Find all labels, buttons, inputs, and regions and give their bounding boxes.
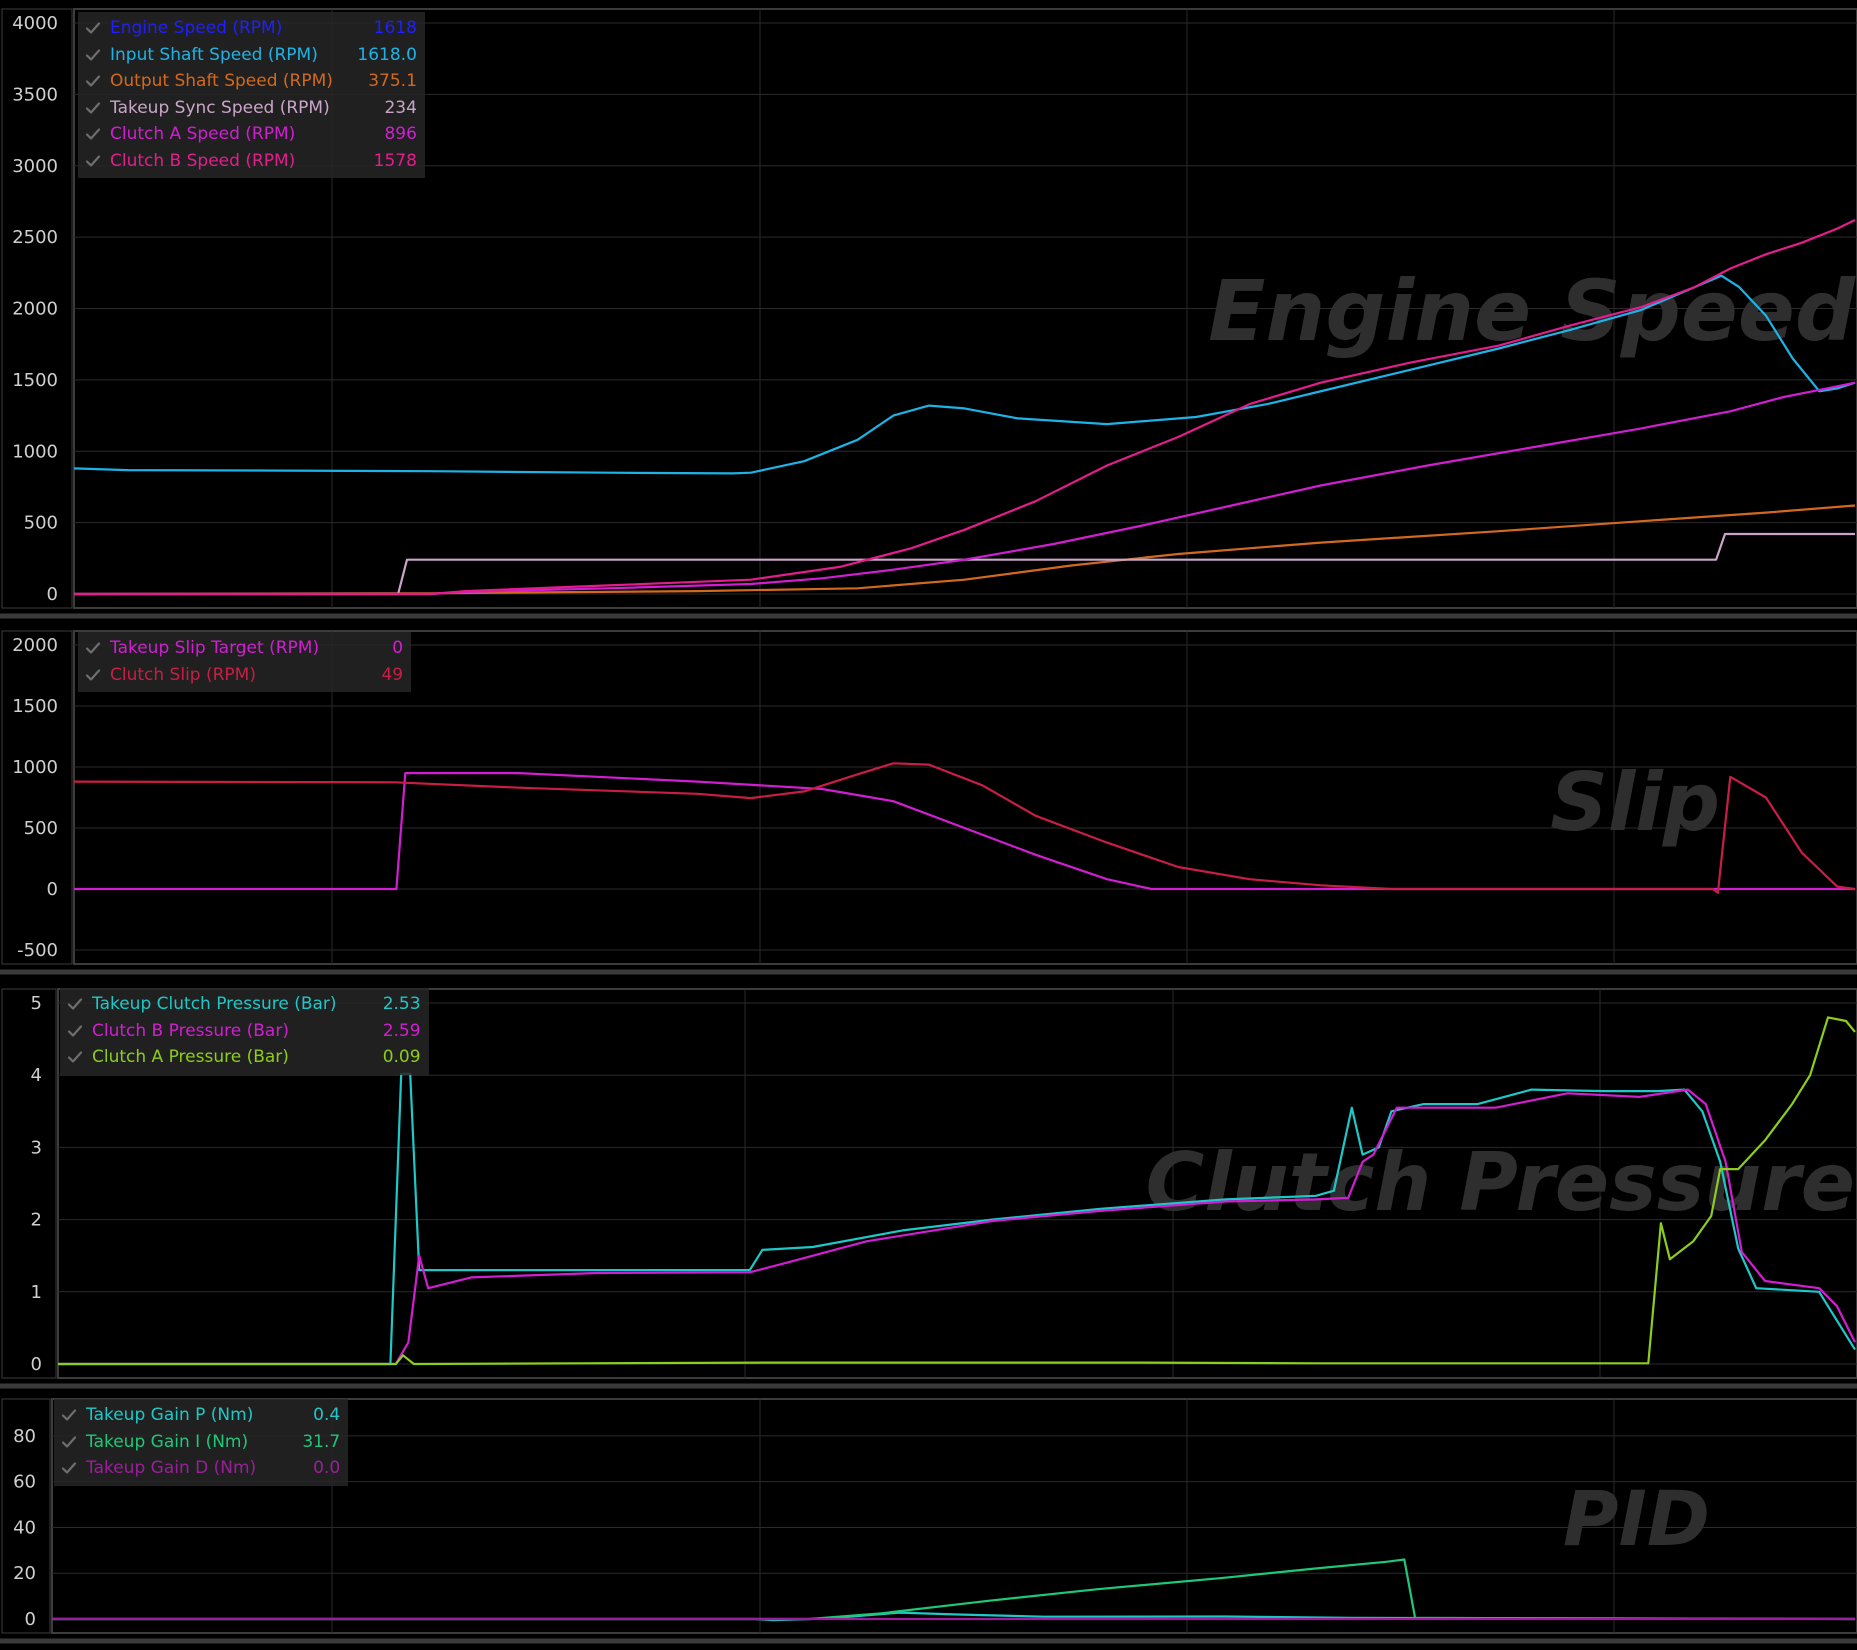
y-axis-frame [1,630,73,965]
legend-label: Takeup Slip Target (RPM) [110,638,320,659]
legend-item-clutch-a-pressure[interactable]: Clutch A Pressure (Bar) 0.09 [66,1044,421,1071]
legend-label: Takeup Clutch Pressure (Bar) [92,994,337,1015]
legend-value: 0.0 [313,1458,341,1479]
legend-item-takeup-gain-d[interactable]: Takeup Gain D (Nm) 0.0 [60,1455,340,1482]
legend-item-takeup-slip-target[interactable]: Takeup Slip Target (RPM) 0 [84,635,403,662]
y-tick-label: 3 [31,1137,42,1158]
legend-label: Clutch A Speed (RPM) [110,124,296,145]
legend-label: Engine Speed (RPM) [110,18,283,39]
legend-item-output-shaft-speed[interactable]: Output Shaft Speed (RPM) 375.1 [84,68,417,95]
legend-item-takeup-gain-i[interactable]: Takeup Gain I (Nm) 31.7 [60,1429,340,1456]
y-tick-label: 1000 [12,441,58,462]
check-icon[interactable] [66,1022,84,1040]
y-tick-label: -500 [17,940,58,961]
y-axis-frame [1,988,57,1379]
legend-value: 1578 [373,150,417,171]
check-icon[interactable] [60,1406,78,1424]
legend-value: 0 [392,638,404,659]
check-icon[interactable] [84,125,102,143]
y-tick-label: 1 [31,1282,42,1303]
y-tick-label: 2500 [12,227,58,248]
legend-item-clutch-b-pressure[interactable]: Clutch B Pressure (Bar) 2.59 [66,1018,421,1045]
check-icon[interactable] [84,99,102,117]
legend-item-clutch-b-speed[interactable]: Clutch B Speed (RPM) 1578 [84,148,417,175]
legend-pid: Takeup Gain P (Nm) 0.4 Takeup Gain I (Nm) 3… [54,1399,349,1486]
legend-value: 49 [381,664,404,685]
y-tick-label: 500 [24,818,58,839]
y-tick-label: 1500 [12,696,58,717]
legend-value: 0.4 [313,1405,341,1426]
y-tick-label: 1500 [12,370,58,391]
legend-value: 1618 [373,18,417,39]
legend-label: Takeup Sync Speed (RPM) [110,97,330,118]
y-tick-label: 20 [13,1563,36,1584]
legend-value: 0.09 [382,1047,421,1068]
y-tick-label: 5 [31,993,42,1014]
legend-item-input-shaft-speed[interactable]: Input Shaft Speed (RPM) 1618.0 [84,42,417,69]
legend-value: 2.53 [382,994,421,1015]
check-icon[interactable] [66,995,84,1013]
legend-value: 2.59 [382,1020,421,1041]
check-icon[interactable] [66,1048,84,1066]
y-tick-label: 4000 [12,13,58,34]
legend-label: Input Shaft Speed (RPM) [110,44,318,65]
legend-label: Output Shaft Speed (RPM) [110,71,333,92]
y-tick-label: 60 [13,1472,36,1493]
legend-item-takeup-gain-p[interactable]: Takeup Gain P (Nm) 0.4 [60,1402,340,1429]
y-tick-label: 3000 [12,156,58,177]
legend-slip: Takeup Slip Target (RPM) 0 Clutch Slip (RP… [78,632,412,692]
legend-label: Takeup Gain D (Nm) [86,1458,257,1479]
legend-value: 375.1 [368,71,417,92]
legend-value: 234 [384,97,417,118]
panel-watermark-title: PID [1563,1474,1710,1563]
y-tick-label: 40 [13,1517,36,1538]
legend-label: Clutch A Pressure (Bar) [92,1047,289,1068]
check-icon[interactable] [84,19,102,37]
legend-item-takeup-sync-speed[interactable]: Takeup Sync Speed (RPM) 234 [84,95,417,122]
y-tick-label: 0 [47,879,58,900]
check-icon[interactable] [60,1459,78,1477]
legend-item-engine-speed[interactable]: Engine Speed (RPM) 1618 [84,15,417,42]
y-tick-label: 0 [25,1609,36,1630]
legend-item-takeup-clutch-pressure[interactable]: Takeup Clutch Pressure (Bar) 2.53 [66,991,421,1018]
check-icon[interactable] [60,1433,78,1451]
legend-label: Takeup Gain P (Nm) [86,1405,254,1426]
panel-watermark-title: Slip [1550,756,1720,849]
y-tick-label: 4 [31,1065,42,1086]
check-icon[interactable] [84,666,102,684]
check-icon[interactable] [84,46,102,64]
y-tick-label: 1000 [12,757,58,778]
legend-label: Clutch Slip (RPM) [110,664,256,685]
check-icon[interactable] [84,72,102,90]
legend-label: Clutch B Pressure (Bar) [92,1020,289,1041]
y-tick-label: 3500 [12,84,58,105]
y-tick-label: 0 [47,584,58,605]
legend-item-clutch-a-speed[interactable]: Clutch A Speed (RPM) 896 [84,121,417,148]
y-tick-label: 500 [24,513,58,534]
legend-label: Takeup Gain I (Nm) [86,1431,249,1452]
panel-watermark-title: Engine Speed [1208,262,1856,360]
legend-label: Clutch B Speed (RPM) [110,150,296,171]
legend-value: 31.7 [302,1431,341,1452]
legend-value: 1618.0 [357,44,417,65]
y-tick-label: 80 [13,1426,36,1447]
legend-engine-speed: Engine Speed (RPM) 1618 Input Shaft Speed … [78,12,425,178]
check-icon[interactable] [84,639,102,657]
y-tick-label: 2 [31,1210,42,1231]
y-tick-label: 2000 [12,299,58,320]
y-tick-label: 0 [31,1354,42,1375]
legend-clutch-pressure: Takeup Clutch Pressure (Bar) 2.53 Clutch B… [60,988,429,1075]
panel-watermark-title: Clutch Pressure [1146,1136,1855,1229]
legend-value: 896 [384,124,417,145]
y-tick-label: 2000 [12,635,58,656]
check-icon[interactable] [84,152,102,170]
legend-item-clutch-slip[interactable]: Clutch Slip (RPM) 49 [84,662,403,689]
